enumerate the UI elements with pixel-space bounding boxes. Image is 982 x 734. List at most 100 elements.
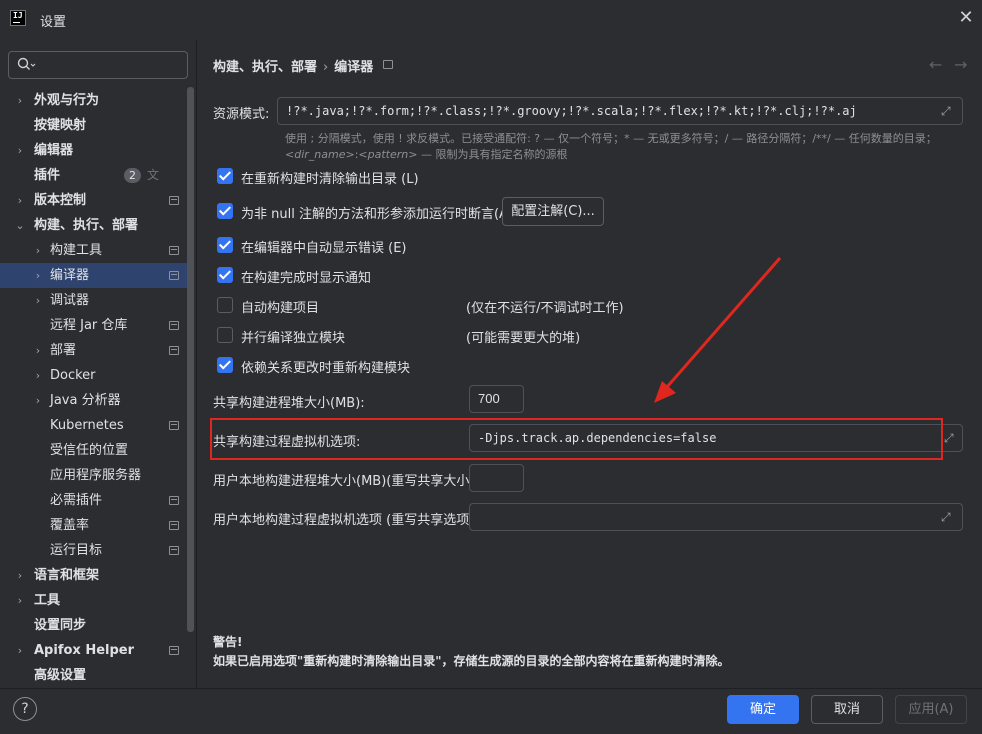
project-level-icon [169,271,179,280]
sidebar-item-label: 高级设置 [34,668,87,683]
auto-build-note: (仅在不运行/不调试时工作) [466,301,624,316]
shared-heap-label: 共享构建进程堆大小(MB): [213,396,365,411]
sidebar-item-docker[interactable]: › Docker [0,363,187,388]
sidebar-item-plugins[interactable]: 插件 2 文 [0,163,187,188]
project-level-icon [169,646,179,655]
plugins-update-badge: 2 [124,168,141,183]
close-icon[interactable]: ✕ [954,6,978,30]
sidebar-item-label: 插件 [34,168,61,183]
sidebar-item-label: 外观与行为 [34,93,100,108]
shared-heap-field[interactable]: 700 [469,385,524,413]
sidebar-item-compiler[interactable]: › 编译器 [0,263,194,288]
project-level-icon [169,546,179,555]
resource-patterns-field[interactable]: !?*.java;!?*.form;!?*.class;!?*.groovy;!… [277,97,963,125]
auto-build-label: 自动构建项目 [241,301,320,316]
sidebar-item-run-targets[interactable]: 运行目标 [0,538,187,563]
settings-search-input[interactable] [8,51,188,79]
sidebar-item-label: Java 分析器 [50,393,121,408]
user-heap-label: 用户本地构建进程堆大小(MB)(重写共享大小): [213,474,479,489]
sidebar-item-label: 远程 Jar 仓库 [50,318,128,333]
back-arrow-icon[interactable]: ← [929,55,942,74]
show-build-notification-label: 在构建完成时显示通知 [241,271,372,286]
auto-build-checkbox[interactable] [217,297,233,313]
sidebar-item-app-servers[interactable]: 应用程序服务器 [0,463,187,488]
sidebar-item-label: 必需插件 [50,493,103,508]
user-heap-field[interactable] [469,464,524,492]
sidebar-item-label: 受信任的位置 [50,443,129,458]
sidebar-item-trusted-locations[interactable]: 受信任的位置 [0,438,187,463]
sidebar-item-debugger[interactable]: › 调试器 [0,288,187,313]
sidebar-scrollbar[interactable] [187,87,194,632]
clear-output-label: 在重新构建时清除输出目录 (L) [241,172,419,187]
sidebar-item-keymap[interactable]: 按键映射 [0,113,187,138]
project-level-icon [169,321,179,330]
sidebar-item-label: 编译器 [50,268,90,283]
app-logo-icon: IJ [10,10,26,26]
cancel-button[interactable]: 取消 [811,695,883,724]
sidebar-item-remote-jar-repos[interactable]: 远程 Jar 仓库 [0,313,187,338]
add-runtime-assertions-checkbox[interactable] [217,203,233,219]
sidebar-item-editor[interactable]: › 编辑器 [0,138,187,163]
settings-sidebar: › 外观与行为 按键映射 › 编辑器 插件 2 文 › 版本控制 ⌄ 构建、执行… [0,87,196,687]
sidebar-item-tools[interactable]: › 工具 [0,588,187,613]
sidebar-item-deployment[interactable]: › 部署 [0,338,187,363]
sidebar-item-appearance[interactable]: › 外观与行为 [0,88,187,113]
sidebar-item-coverage[interactable]: 覆盖率 [0,513,187,538]
clear-output-checkbox[interactable] [217,168,233,184]
sidebar-item-label: Kubernetes [50,418,124,433]
sidebar-item-advanced-settings[interactable]: 高级设置 [0,663,187,688]
chevron-right-icon: › [17,644,23,657]
show-errors-in-editor-checkbox[interactable] [217,237,233,253]
rebuild-on-dependency-change-label: 依赖关系更改时重新构建模块 [241,361,411,376]
rebuild-on-dependency-change-checkbox[interactable] [217,357,233,373]
sidebar-item-languages-frameworks[interactable]: › 语言和框架 [0,563,187,588]
resource-patterns-hint: 使用 ; 分隔模式，使用 ! 求反模式。已接受通配符: ? — 仅一个符号；* … [285,132,937,145]
sidebar-item-label: 覆盖率 [50,518,90,533]
translate-icon: 文 [147,168,160,182]
expand-icon[interactable]: ⤢ [944,431,958,445]
sidebar-item-label: 按键映射 [34,118,87,133]
sidebar-item-kubernetes[interactable]: Kubernetes [0,413,187,438]
chevron-right-icon: › [17,569,23,582]
chevron-right-icon: › [17,194,23,207]
search-icon [17,57,36,70]
help-icon[interactable]: ? [13,697,37,721]
parallel-compile-note: (可能需要更大的堆) [466,331,581,346]
project-level-icon [383,60,393,69]
sidebar-item-settings-sync[interactable]: 设置同步 [0,613,187,638]
sidebar-item-label: 构建工具 [50,243,103,258]
sidebar-item-label: 工具 [34,593,61,608]
breadcrumb-current: 编译器 [334,60,374,75]
resource-patterns-label: 资源模式: [213,107,270,122]
show-build-notification-checkbox[interactable] [217,267,233,283]
chevron-right-icon: › [35,294,41,307]
user-vm-options-field[interactable] [469,503,963,531]
breadcrumb-parent[interactable]: 构建、执行、部署 [213,60,317,75]
chevron-right-icon: › [17,144,23,157]
configure-annotations-button[interactable]: 配置注解(C)... [502,197,604,226]
parallel-compile-checkbox[interactable] [217,327,233,343]
sidebar-item-java-profiler[interactable]: › Java 分析器 [0,388,187,413]
forward-arrow-icon[interactable]: → [954,55,967,74]
chevron-right-icon: › [35,244,41,257]
chevron-right-icon: › [35,369,41,382]
expand-icon[interactable]: ⤢ [941,104,955,118]
sidebar-item-label: 语言和框架 [34,568,100,583]
title-bar: IJ 设置 ✕ [0,0,982,40]
chevron-right-icon: › [35,269,41,282]
ok-button[interactable]: 确定 [727,695,799,724]
sidebar-item-build-execution-deployment[interactable]: ⌄ 构建、执行、部署 [0,213,187,238]
sidebar-item-label: 部署 [50,343,77,358]
hint-pattern: <pattern> [358,148,418,161]
sidebar-item-required-plugins[interactable]: 必需插件 [0,488,187,513]
resource-patterns-hint-2: <dir_name>:<pattern> — 限制为具有指定名称的源根 [285,146,567,162]
chevron-down-icon: ⌄ [15,219,25,232]
show-errors-in-editor-label: 在编辑器中自动显示错误 (E) [241,241,407,256]
expand-icon[interactable]: ⤢ [941,510,955,524]
parallel-compile-label: 并行编译独立模块 [241,331,346,346]
sidebar-item-apifox-helper[interactable]: › Apifox Helper [0,638,187,663]
highlight-box [210,418,943,460]
apply-button[interactable]: 应用(A) [895,695,967,724]
sidebar-item-vcs[interactable]: › 版本控制 [0,188,187,213]
sidebar-item-build-tools[interactable]: › 构建工具 [0,238,187,263]
